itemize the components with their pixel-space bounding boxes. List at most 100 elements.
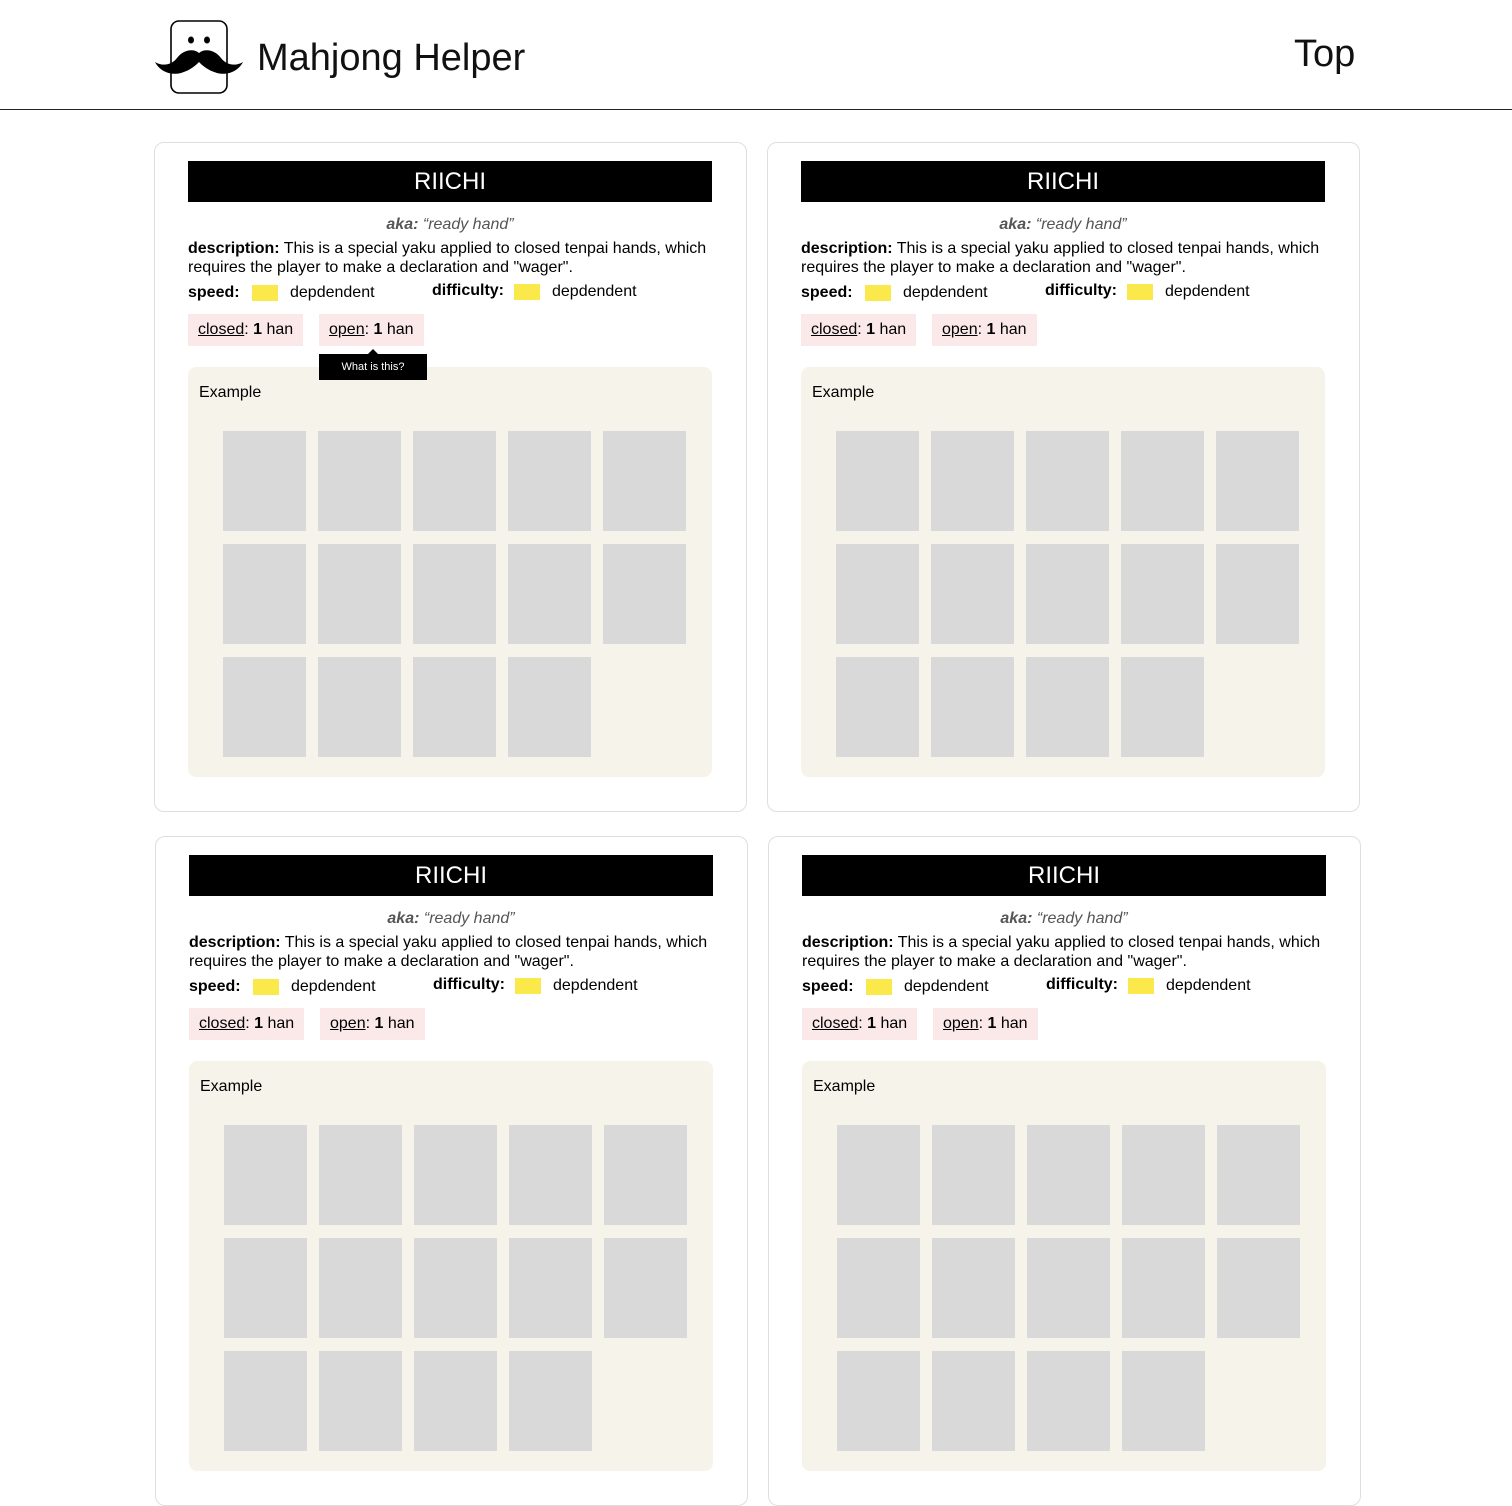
yaku-aka: aka: “ready hand” (188, 215, 712, 235)
mahjong-tile (1122, 1125, 1205, 1225)
mahjong-tile (1121, 657, 1204, 757)
difficulty-label: difficulty: (432, 282, 504, 299)
mahjong-tile (319, 1351, 402, 1451)
yaku-description: description: This is a special yaku appl… (802, 933, 1326, 971)
mahjong-tile (318, 544, 401, 644)
closed-han-chip[interactable]: closed: 1 han (802, 1008, 918, 1040)
difficulty-value: depdendent (1166, 977, 1251, 994)
mahjong-tile (836, 544, 919, 644)
yaku-description: description: This is a special yaku appl… (189, 933, 713, 971)
yaku-aka: aka: “ready hand” (802, 909, 1326, 929)
closed-han-chip[interactable]: closed: 1 han (801, 314, 917, 346)
mahjong-tile (836, 657, 919, 757)
description-label: description: (801, 240, 893, 257)
yaku-aka: aka: “ready hand” (189, 909, 713, 929)
open-link[interactable]: open (329, 321, 365, 338)
mahjong-tile (414, 1238, 497, 1338)
closed-han-value: 1 (866, 321, 876, 338)
closed-han-value: 1 (253, 321, 263, 338)
speed-label: speed: (189, 978, 241, 995)
mahjong-tile (413, 431, 496, 531)
mahjong-tile (1216, 431, 1299, 531)
closed-han-chip[interactable]: closed: 1 han (188, 314, 304, 346)
mahjong-tile (319, 1125, 402, 1225)
open-han-chip[interactable]: open: 1 han (319, 314, 424, 346)
aka-label: aka: (387, 910, 420, 927)
speed-indicator (252, 285, 278, 301)
mahjong-tile (1026, 544, 1109, 644)
mahjong-tile (932, 1238, 1015, 1338)
han-unit: han (999, 321, 1027, 338)
yaku-title: RIICHI (189, 855, 713, 896)
aka-value: “ready hand” (422, 216, 514, 233)
han-unit: han (880, 1015, 908, 1032)
difficulty-indicator (1127, 284, 1153, 300)
mahjong-tile (931, 657, 1014, 757)
speed-indicator (866, 979, 892, 995)
closed-han-chip[interactable]: closed: 1 han (189, 1008, 305, 1040)
mahjong-tile (932, 1351, 1015, 1451)
mahjong-tile (413, 544, 496, 644)
yaku-description: description: This is a special yaku appl… (188, 239, 712, 277)
description-label: description: (188, 240, 280, 257)
example-label: Example (813, 1078, 876, 1095)
example-hand: Example (189, 1061, 713, 1471)
yaku-card: RIICHI aka: “ready hand” description: This… (155, 836, 748, 1506)
yaku-aka: aka: “ready hand” (801, 215, 1325, 235)
mahjong-tile (603, 431, 686, 531)
open-han-chip[interactable]: open: 1 han (932, 314, 1037, 346)
speed-value: depdendent (903, 284, 988, 301)
mahjong-tile (931, 431, 1014, 531)
mahjong-tile (604, 1238, 687, 1338)
mahjong-tile (224, 1351, 307, 1451)
mahjong-tile (414, 1351, 497, 1451)
description-label: description: (802, 934, 894, 951)
example-hand: Example (188, 367, 712, 777)
closed-han-value: 1 (254, 1015, 264, 1032)
difficulty-value: depdendent (1165, 283, 1250, 300)
mahjong-tile (224, 1125, 307, 1225)
mahjong-tile (318, 431, 401, 531)
closed-link[interactable]: closed (812, 1015, 858, 1032)
app-title: Mahjong Helper (257, 37, 526, 79)
mahjong-tile (509, 1125, 592, 1225)
open-han-chip[interactable]: open: 1 han (320, 1008, 425, 1040)
mahjong-tile (1026, 431, 1109, 531)
han-unit: han (266, 321, 294, 338)
aka-value: “ready hand” (423, 910, 515, 927)
aka-label: aka: (999, 216, 1032, 233)
yaku-title: RIICHI (801, 161, 1325, 202)
mahjong-tile (603, 544, 686, 644)
mahjong-tile (318, 657, 401, 757)
mahjong-tile (1027, 1238, 1110, 1338)
closed-link[interactable]: closed (199, 1015, 245, 1032)
mahjong-tile (604, 1125, 687, 1225)
example-label: Example (812, 384, 875, 401)
speed-label: speed: (188, 284, 240, 301)
mahjong-tile (1122, 1238, 1205, 1338)
closed-link[interactable]: closed (811, 321, 857, 338)
speed-indicator (865, 285, 891, 301)
mahjong-tile (508, 431, 591, 531)
speed-value: depdendent (291, 978, 376, 995)
open-han-chip[interactable]: open: 1 han (933, 1008, 1038, 1040)
mahjong-tile (931, 544, 1014, 644)
open-link[interactable]: open (330, 1015, 366, 1032)
mahjong-tile (837, 1125, 920, 1225)
aka-value: “ready hand” (1036, 910, 1128, 927)
speed-value: depdendent (290, 284, 375, 301)
speed-label: speed: (801, 284, 853, 301)
aka-label: aka: (1000, 910, 1033, 927)
difficulty-label: difficulty: (1046, 976, 1118, 993)
mahjong-tile (1121, 431, 1204, 531)
mahjong-tile (508, 544, 591, 644)
open-link[interactable]: open (942, 321, 978, 338)
mahjong-tile (1216, 544, 1299, 644)
closed-link[interactable]: closed (198, 321, 244, 338)
difficulty-indicator (515, 978, 541, 994)
open-link[interactable]: open (943, 1015, 979, 1032)
mahjong-tile (1217, 1238, 1300, 1338)
difficulty-value: depdendent (553, 977, 638, 994)
top-link[interactable]: Top (1294, 30, 1355, 78)
mustache-logo-icon[interactable] (153, 20, 245, 96)
